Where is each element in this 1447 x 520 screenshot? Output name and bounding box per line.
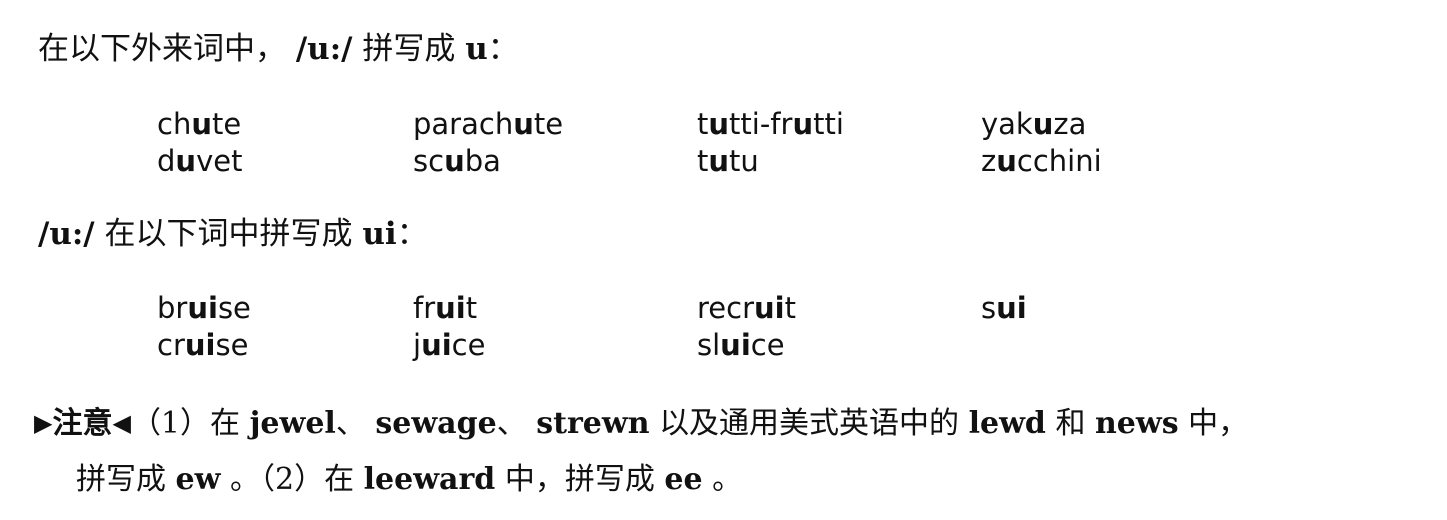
word-part: ce (750, 328, 785, 362)
spelling-highlight: u (792, 107, 814, 141)
word-part: za (1053, 107, 1087, 141)
spelling-highlight: ui (187, 291, 218, 325)
spelling-highlight: ui (720, 328, 751, 362)
example-word: sui (981, 290, 1027, 327)
note-text: 。 (712, 462, 743, 497)
word-part: tti-fr (729, 107, 793, 141)
example-word: fruit (413, 290, 477, 327)
section1-heading: 在以下外来词中， /u:/ 拼写成 u： (38, 30, 519, 68)
section1-intro: 在以下外来词中， (38, 31, 286, 67)
word-part: te (533, 107, 564, 141)
spelling-highlight: ui (754, 291, 785, 325)
example-word: scuba (413, 143, 501, 180)
note-text: 中， (1188, 406, 1249, 441)
word-part: se (217, 291, 251, 325)
word-part: t (784, 291, 796, 325)
word-part: parach (413, 107, 514, 141)
word-part: yak (981, 107, 1033, 141)
note-separator: 、 (335, 406, 366, 441)
note-word: strewn (536, 406, 650, 441)
spelling-highlight: u (708, 144, 730, 178)
note-line-1: ▶注意◀（1）在 jewel、 sewage、 strewn 以及通用美式英语中… (34, 403, 1248, 444)
example-word: chute (157, 106, 241, 143)
section2-heading: /u:/ 在以下词中拼写成 ui： (38, 215, 428, 253)
word-part: ba (464, 144, 501, 178)
section2-colon: ： (396, 216, 428, 252)
note-word: leeward (363, 462, 496, 497)
section2-text: 在以下词中拼写成 (104, 216, 353, 252)
section1-colon: ： (487, 31, 519, 67)
spelling-highlight: u (513, 107, 534, 141)
spelling-highlight: u (1032, 107, 1054, 141)
word-part: cchini (1016, 144, 1102, 178)
example-word: tutu (697, 143, 759, 180)
section2-spelling: ui (362, 216, 397, 252)
note-word: lewd (968, 406, 1046, 441)
section1-spelling: u (465, 31, 488, 67)
spelling-highlight: u (996, 144, 1017, 178)
note-separator: 、 (496, 406, 527, 441)
note-label: 注意 (52, 406, 113, 441)
word-part: fr (413, 291, 436, 325)
right-triangle-icon: ▶ (34, 409, 53, 437)
spelling-highlight: u (708, 107, 730, 141)
note-text: 中，拼写成 (504, 462, 655, 497)
word-part: tu (729, 144, 759, 178)
example-word: sluice (697, 327, 785, 364)
note-word: news (1095, 406, 1179, 441)
note-word: ew (175, 462, 221, 497)
example-word: juice (413, 327, 485, 364)
spelling-highlight: u (444, 144, 465, 178)
example-word: yakuza (981, 106, 1086, 143)
spelling-highlight: u (175, 144, 197, 178)
note-text: 和 (1055, 406, 1086, 441)
word-part: t (465, 291, 478, 325)
spelling-highlight: ui (435, 291, 466, 325)
note-text: 在 (210, 406, 241, 441)
spelling-highlight: u (191, 107, 212, 141)
word-part: j (413, 328, 422, 362)
word-part: sc (413, 144, 445, 178)
section1-phoneme: /u:/ (295, 31, 353, 67)
word-part: vet (196, 144, 243, 178)
spelling-highlight: ui (421, 328, 452, 362)
word-part: t (697, 107, 709, 141)
example-word: parachute (413, 106, 563, 143)
word-part: se (215, 328, 249, 362)
note-text: 在 (324, 462, 355, 497)
word-part: z (981, 144, 997, 178)
note-text: 。 (230, 462, 261, 497)
word-part: tti (813, 107, 844, 141)
example-word: tutti-frutti (697, 106, 844, 143)
example-word: cruise (157, 327, 248, 364)
example-word: bruise (157, 290, 251, 327)
spelling-highlight: ui (996, 291, 1027, 325)
word-part: d (157, 144, 176, 178)
word-part: ch (157, 107, 192, 141)
left-triangle-icon: ◀ (112, 409, 131, 437)
example-word: recruit (697, 290, 796, 327)
word-part: te (211, 107, 242, 141)
note-p1-num: （1） (130, 406, 211, 441)
word-part: sl (697, 328, 721, 362)
note-p2-num: （2） (260, 462, 325, 497)
example-word: duvet (157, 143, 242, 180)
note-word: sewage (375, 406, 497, 441)
note-line-2: 拼写成 ew 。（2）在 leeward 中，拼写成 ee 。 (76, 460, 742, 500)
word-part: t (697, 144, 709, 178)
note-text: 拼写成 (76, 462, 166, 497)
word-part: s (981, 291, 997, 325)
example-word: zucchini (981, 143, 1102, 180)
word-part: ce (451, 328, 486, 362)
note-text: 以及通用美式英语中的 (659, 406, 960, 441)
section2-phoneme: /u:/ (38, 216, 95, 252)
spelling-highlight: ui (184, 328, 216, 362)
note-word: jewel (249, 406, 336, 441)
word-part: br (157, 291, 188, 325)
word-part: cr (157, 328, 185, 362)
section1-verb: 拼写成 (362, 31, 456, 67)
word-part: recr (697, 291, 754, 325)
note-word: ee (664, 462, 703, 497)
